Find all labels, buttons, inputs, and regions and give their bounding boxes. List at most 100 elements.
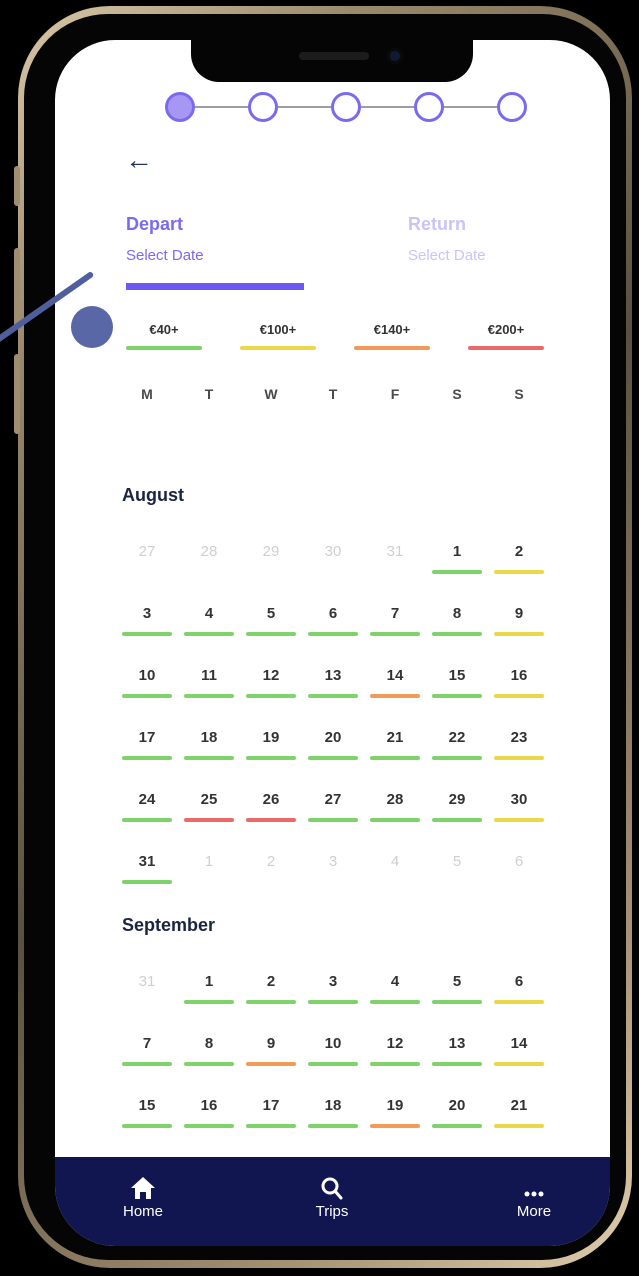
- price-indicator-bar: [494, 818, 544, 822]
- calendar-day[interactable]: 19: [369, 1094, 421, 1132]
- calendar-day[interactable]: 21: [493, 1094, 545, 1132]
- calendar-day[interactable]: 29: [431, 788, 483, 826]
- price-indicator-bar: [308, 1062, 358, 1066]
- active-tab-indicator: [126, 283, 304, 290]
- calendar-day-outside: 3: [307, 850, 359, 888]
- tab-return[interactable]: Return Select Date: [408, 214, 588, 264]
- back-button[interactable]: ←: [125, 142, 157, 178]
- calendar-day[interactable]: 23: [493, 726, 545, 764]
- tab-home[interactable]: Home: [98, 1175, 188, 1220]
- price-indicator-bar: [308, 818, 358, 822]
- calendar-day[interactable]: 28: [369, 788, 421, 826]
- calendar-day[interactable]: 7: [369, 602, 421, 640]
- price-indicator-bar: [246, 694, 296, 698]
- calendar-day[interactable]: 16: [493, 664, 545, 702]
- calendar-day[interactable]: 4: [369, 970, 421, 1008]
- calendar-day[interactable]: 13: [307, 664, 359, 702]
- calendar-day-outside: 31: [369, 540, 421, 578]
- day-number: 19: [386, 1097, 404, 1114]
- calendar-day[interactable]: 4: [183, 602, 235, 640]
- weekday-label: T: [328, 386, 338, 402]
- calendar-day-outside: 1: [183, 850, 235, 888]
- day-number: 3: [328, 853, 338, 870]
- calendar-day[interactable]: 15: [431, 664, 483, 702]
- calendar-day[interactable]: 1: [431, 540, 483, 578]
- side-button: [14, 354, 20, 434]
- calendar-day[interactable]: 6: [307, 602, 359, 640]
- calendar-day[interactable]: 2: [245, 970, 297, 1008]
- calendar-day[interactable]: 9: [493, 602, 545, 640]
- price-indicator-bar: [122, 632, 172, 636]
- day-number: 20: [324, 729, 342, 746]
- calendar-day[interactable]: 24: [121, 788, 173, 826]
- calendar-day[interactable]: 22: [431, 726, 483, 764]
- calendar-day-outside: 29: [245, 540, 297, 578]
- price-indicator-bar: [370, 818, 420, 822]
- day-number: 1: [452, 543, 462, 560]
- calendar-day-outside: 30: [307, 540, 359, 578]
- calendar-day[interactable]: 26: [245, 788, 297, 826]
- calendar-day[interactable]: 15: [121, 1094, 173, 1132]
- tab-return-subtitle: Select Date: [408, 247, 486, 264]
- day-number: 11: [201, 667, 217, 684]
- day-number: 27: [324, 791, 342, 808]
- day-number: 25: [200, 791, 218, 808]
- app-screen: ← Depart Select Date Return Select Date …: [55, 40, 610, 1246]
- calendar-day[interactable]: 17: [245, 1094, 297, 1132]
- calendar-day[interactable]: 20: [431, 1094, 483, 1132]
- calendar-day[interactable]: 1: [183, 970, 235, 1008]
- calendar-day[interactable]: 6: [493, 970, 545, 1008]
- calendar-day[interactable]: 10: [307, 1032, 359, 1070]
- tab-trips[interactable]: Trips: [287, 1175, 377, 1220]
- calendar-day[interactable]: 21: [369, 726, 421, 764]
- tab-return-title: Return: [408, 214, 466, 234]
- legend-color-bar: [354, 346, 430, 350]
- calendar-day[interactable]: 8: [183, 1032, 235, 1070]
- calendar-day[interactable]: 12: [245, 664, 297, 702]
- calendar-day[interactable]: 13: [431, 1032, 483, 1070]
- calendar-day[interactable]: 20: [307, 726, 359, 764]
- calendar-day[interactable]: 16: [183, 1094, 235, 1132]
- day-number: 4: [390, 853, 400, 870]
- month-title: August: [122, 485, 184, 505]
- price-indicator-bar: [308, 756, 358, 760]
- day-number: 26: [262, 791, 280, 808]
- calendar-day[interactable]: 3: [307, 970, 359, 1008]
- weekday-label: S: [514, 386, 524, 402]
- calendar-day[interactable]: 10: [121, 664, 173, 702]
- calendar-day[interactable]: 8: [431, 602, 483, 640]
- calendar-day[interactable]: 9: [245, 1032, 297, 1070]
- day-number: 30: [510, 791, 528, 808]
- calendar-day[interactable]: 3: [121, 602, 173, 640]
- tab-depart[interactable]: Depart Select Date: [126, 214, 306, 264]
- price-indicator-bar: [370, 1124, 420, 1128]
- calendar-day[interactable]: 14: [369, 664, 421, 702]
- calendar-day[interactable]: 14: [493, 1032, 545, 1070]
- calendar-day[interactable]: 5: [431, 970, 483, 1008]
- calendar-day[interactable]: 18: [183, 726, 235, 764]
- legend-color-bar: [240, 346, 316, 350]
- calendar-day[interactable]: 17: [121, 726, 173, 764]
- price-indicator-bar: [432, 1000, 482, 1004]
- calendar-day[interactable]: 25: [183, 788, 235, 826]
- day-number: 7: [142, 1035, 152, 1052]
- camera: [387, 48, 403, 64]
- calendar-day[interactable]: 12: [369, 1032, 421, 1070]
- price-indicator-bar: [308, 632, 358, 636]
- tab-more[interactable]: More: [489, 1175, 579, 1220]
- calendar-day[interactable]: 31: [121, 850, 173, 888]
- price-indicator-bar: [184, 1000, 234, 1004]
- legend-label: €100+: [259, 322, 297, 337]
- day-number: 14: [386, 667, 404, 684]
- calendar-day[interactable]: 18: [307, 1094, 359, 1132]
- calendar-day[interactable]: 27: [307, 788, 359, 826]
- calendar-day[interactable]: 30: [493, 788, 545, 826]
- calendar-day[interactable]: 2: [493, 540, 545, 578]
- day-number: 15: [448, 667, 466, 684]
- calendar-day[interactable]: 19: [245, 726, 297, 764]
- day-number: 5: [452, 853, 462, 870]
- legend-item: €100+: [240, 320, 316, 350]
- calendar-day[interactable]: 5: [245, 602, 297, 640]
- calendar-day[interactable]: 11: [183, 664, 235, 702]
- calendar-day[interactable]: 7: [121, 1032, 173, 1070]
